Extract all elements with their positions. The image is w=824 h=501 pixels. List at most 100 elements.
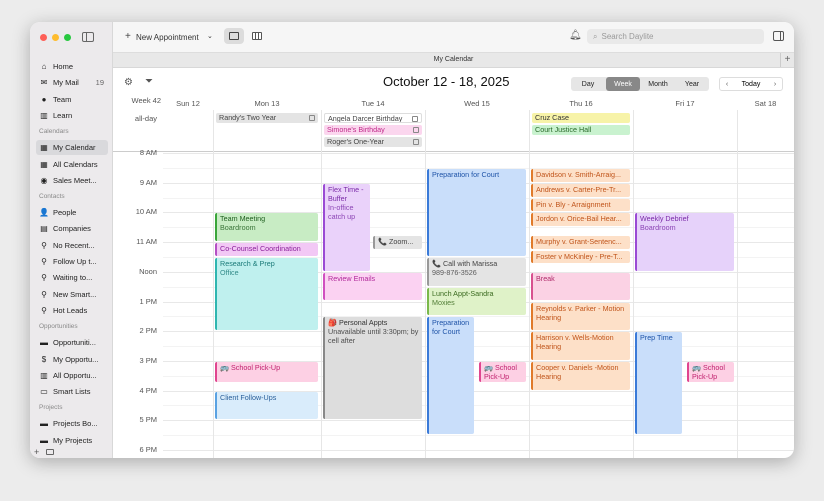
calendar-event[interactable]: Co-Counsel Coordination (215, 243, 318, 256)
hour-label: 1 PM (139, 296, 157, 306)
sidebar-item-icon: ▬ (40, 435, 48, 445)
checkbox-icon[interactable] (309, 115, 315, 121)
checkbox-icon[interactable] (412, 116, 418, 122)
view-year-button[interactable]: Year (675, 78, 709, 90)
calendar-event[interactable]: Review Emails (323, 272, 422, 301)
calendar-event[interactable]: Pin v. Bly - Arraignment (531, 198, 630, 212)
calendar-event[interactable]: Prep Time (635, 332, 682, 435)
calendar-event[interactable]: Davidson v. Smith-Arraig... (531, 168, 630, 182)
sidebar-item-label: Home (53, 62, 74, 71)
chevron-right-icon[interactable]: › (768, 81, 782, 88)
day-header[interactable]: Fri 17 (633, 99, 737, 108)
new-tab-button[interactable]: + (780, 53, 794, 67)
new-appointment-button[interactable]: New Appointment (136, 33, 199, 42)
all-day-event[interactable]: Cruz Case (532, 113, 630, 123)
today-button[interactable]: Today (734, 81, 768, 88)
sidebar-item[interactable]: ▥ Learn (36, 108, 108, 123)
event-title: Lunch Appt-Sandra (432, 288, 494, 298)
gear-icon[interactable]: ⚙ (124, 77, 133, 88)
day-header[interactable]: Thu 16 (529, 99, 633, 108)
day-header[interactable]: Mon 13 (213, 99, 321, 108)
grid-icon[interactable] (252, 32, 262, 40)
hour-line (163, 153, 794, 154)
calendar-event[interactable]: Lunch Appt-Sandra Moxies (427, 287, 526, 316)
calendar-event[interactable]: Break (531, 272, 630, 301)
calendar-event[interactable]: Flex Time - Buffer In-office catch up (323, 183, 370, 271)
minimize-window-button[interactable] (52, 34, 59, 41)
calendar-event[interactable]: Jordon v. Orice-Bail Hear... (531, 213, 630, 227)
event-title: Foster v McKinley - Pre-T... (536, 251, 623, 261)
add-icon[interactable]: + (34, 447, 39, 457)
week-view-toggle[interactable] (224, 28, 244, 44)
sidebar-item[interactable]: ⚲ Hot Leads (36, 303, 108, 318)
close-window-button[interactable] (40, 34, 47, 41)
calendar-event[interactable]: Foster v McKinley - Pre-T... (531, 250, 630, 264)
inspector-toggle-icon[interactable] (773, 31, 784, 41)
sidebar-item[interactable]: ▭ Smart Lists (36, 384, 108, 399)
calendar-event[interactable]: Cooper v. Daniels -Motion Hearing (531, 361, 630, 390)
calendar-event[interactable]: 🎒 Personal Appts Unavailable until 3:30pm… (323, 317, 422, 420)
week-grid[interactable]: 8 AM 9 AM 10 AM 11 AM Noon 1 PM 2 PM 3 PM 4 PM 5 … (113, 148, 794, 458)
all-day-event[interactable]: Simone's Birthday (324, 125, 422, 135)
day-header[interactable]: Tue 14 (321, 99, 425, 108)
calendar-event[interactable]: Research & Prep Office (215, 257, 318, 331)
all-day-event[interactable]: Court Justice Hall (532, 125, 630, 135)
sidebar-item[interactable]: 👤 People (36, 205, 108, 220)
all-day-event[interactable]: Roger's One-Year (324, 137, 422, 147)
calendar-event[interactable]: 🚌 School Pick-Up (479, 361, 526, 383)
half-hour-line (163, 346, 794, 348)
sidebar-item[interactable]: ▬ My Projects (36, 433, 108, 448)
calendar-event[interactable]: 🚌 School Pick-Up (687, 361, 734, 383)
chevron-left-icon[interactable]: ‹ (720, 81, 734, 88)
plus-icon[interactable]: + (125, 31, 131, 42)
sidebar-item[interactable]: ◉ Sales Meet... (36, 173, 108, 188)
sidebar-item[interactable]: $ My Opportu... (36, 352, 108, 367)
tab-my-calendar[interactable]: My Calendar + (113, 52, 794, 68)
all-day-event[interactable]: Angela Darcer Birthday (324, 113, 422, 123)
sidebar-item[interactable]: ⚲ No Recent... (36, 238, 108, 253)
calendar-event[interactable]: Weekly Debrief Boardroom (635, 213, 734, 271)
sidebar-item[interactable]: ✉ My Mail 19 (36, 75, 108, 90)
calendar-event[interactable]: Reynolds v. Parker - Motion Hearing (531, 302, 630, 331)
sidebar-item[interactable]: ▬ Opportuniti... (36, 335, 108, 350)
day-header[interactable]: Sun 12 (163, 99, 213, 108)
sidebar-item[interactable]: ▤ Companies (36, 221, 108, 236)
day-header[interactable]: Sat 18 (737, 99, 794, 108)
checkbox-icon[interactable] (413, 139, 419, 145)
day-header[interactable]: Wed 15 (425, 99, 529, 108)
zoom-window-button[interactable] (64, 34, 71, 41)
chevron-down-icon[interactable]: ⌄ (207, 32, 213, 40)
half-hour-line (163, 435, 794, 437)
sidebar-item-icon: ⚲ (41, 273, 47, 283)
calendar-event[interactable]: Client Follow-Ups (215, 391, 318, 420)
calendar-event[interactable]: Murphy v. Grant-Sentenc... (531, 235, 630, 249)
bell-icon[interactable]: 🔔︎ (569, 30, 582, 41)
calendar-event[interactable]: Preparation for Court (427, 168, 526, 256)
checkbox-icon[interactable] (413, 127, 419, 133)
calendar-event[interactable]: Harrison v. Wells-Motion Hearing (531, 332, 630, 360)
all-day-event[interactable]: Randy's Two Year (216, 113, 318, 123)
search-input[interactable]: ⌕ Search Daylite (587, 29, 764, 44)
sidebar-item[interactable]: ▬ Projects Bo... (36, 416, 108, 431)
calendar-event[interactable]: 📞 Call with Marissa 989-876-3526 (427, 257, 526, 286)
calendar-event[interactable]: 📞 Zoom... (373, 235, 422, 249)
sidebar-settings-icon[interactable] (46, 449, 54, 455)
sidebar-item[interactable]: ▥ All Opportu... (36, 368, 108, 383)
sidebar-item[interactable]: ⚲ New Smart... (36, 287, 108, 302)
sidebar-item[interactable]: ⚲ Waiting to... (36, 270, 108, 285)
view-day-button[interactable]: Day (571, 78, 605, 90)
calendar-event[interactable]: Andrews v. Carter-Pre-Tr... (531, 183, 630, 197)
calendar-event[interactable]: Preparation for Court (427, 317, 474, 435)
sidebar-item[interactable]: ⌂ Home (36, 59, 108, 74)
calendar-event[interactable]: 🚌 School Pick-Up (215, 361, 318, 383)
sidebar-item[interactable]: ▦ All Calendars (36, 157, 108, 172)
view-month-button[interactable]: Month (641, 78, 675, 90)
sidebar-section-heading: Projects (39, 404, 63, 412)
calendar-event[interactable]: Team Meeting Boardroom (215, 213, 318, 242)
sidebar-toggle-icon[interactable] (82, 32, 94, 42)
sidebar-item[interactable]: ● Team (36, 92, 108, 107)
sidebar-item[interactable]: ⚲ Follow Up t... (36, 254, 108, 269)
view-week-button[interactable]: Week (606, 77, 640, 91)
sidebar-item[interactable]: ▦ My Calendar (36, 140, 108, 156)
filter-icon[interactable]: ⏷ (145, 76, 153, 87)
